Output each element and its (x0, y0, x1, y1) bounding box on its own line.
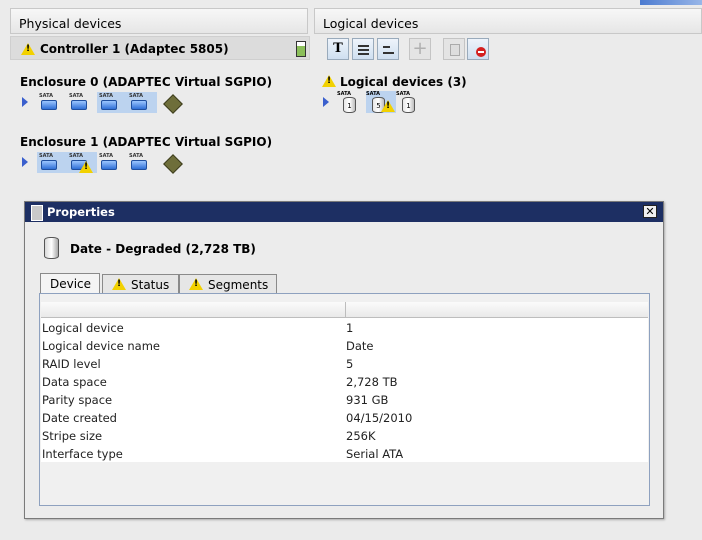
physical-devices-title: Physical devices (19, 16, 122, 31)
segments-warning-icon (189, 278, 203, 290)
enclosure-1-disk-1[interactable]: SATA (37, 153, 59, 171)
table-row-value: 5 (346, 357, 354, 371)
physical-devices-header: Physical devices (10, 8, 308, 34)
enclosure-0-disk-2[interactable]: SATA (67, 93, 89, 111)
enclosure-0-disk-3[interactable]: SATA (97, 93, 119, 111)
table-row-value: 256K (346, 429, 376, 443)
table-row-value: 04/15/2010 (346, 411, 413, 425)
text-view-button[interactable]: T (327, 38, 349, 60)
dialog-heading: Date - Degraded (2,728 TB) (70, 242, 256, 256)
enclosure-1-label: Enclosure 1 (ADAPTEC Virtual SGPIO) (20, 135, 273, 149)
dialog-title: Properties (47, 205, 115, 219)
logical-group-warning-icon (322, 75, 336, 87)
list-view-icon[interactable] (352, 38, 374, 60)
properties-dialog: Properties ✕ Date - Degraded (2,728 TB) … (24, 201, 664, 519)
table-row-label: Parity space (42, 393, 113, 407)
enclosure-0-disk-1[interactable]: SATA (37, 93, 59, 111)
enclosure-0-chip-icon[interactable] (163, 94, 183, 114)
table-row-label: Logical device name (42, 339, 160, 353)
tab-device[interactable]: Device (40, 273, 100, 294)
table-row-value: 1 (346, 321, 354, 335)
enclosure-1-disk-4[interactable]: SATA (127, 153, 149, 171)
enclosure-0-expand-icon[interactable] (22, 97, 28, 107)
logical-drive-icon (44, 237, 59, 259)
logical-expand-icon[interactable] (323, 97, 329, 107)
logical-device-3[interactable]: SATA 1 (396, 91, 418, 113)
add-icon[interactable]: + (409, 38, 431, 60)
battery-icon (296, 41, 306, 57)
table-row-label: Date created (42, 411, 117, 425)
tab-status[interactable]: Status (102, 274, 179, 294)
enclosure-0-label: Enclosure 0 (ADAPTEC Virtual SGPIO) (20, 75, 273, 89)
close-icon[interactable]: ✕ (643, 205, 657, 218)
table-row-value: Serial ATA (346, 447, 404, 461)
table-header (41, 302, 648, 318)
table-row-value: 931 GB (346, 393, 389, 407)
table-row-label: Interface type (42, 447, 123, 461)
table-row-label: Stripe size (42, 429, 103, 443)
copy-icon[interactable] (443, 38, 465, 60)
tree-view-icon[interactable] (377, 38, 399, 60)
enclosure-1-disk-2-warning-icon (79, 161, 93, 173)
properties-titlebar[interactable]: Properties ✕ (25, 202, 663, 222)
table-row-label: Data space (42, 375, 107, 389)
table-row-value: Date (346, 339, 374, 353)
logical-device-2-warning-icon (381, 100, 395, 112)
status-warning-icon (112, 278, 126, 290)
table-row-label: RAID level (42, 357, 101, 371)
logical-devices-title: Logical devices (323, 16, 419, 31)
enclosure-1-chip-icon[interactable] (163, 154, 183, 174)
logical-group-label: Logical devices (3) (340, 75, 467, 89)
properties-table: Logical device 1 Logical device name Dat… (39, 293, 650, 506)
enclosure-1-expand-icon[interactable] (22, 157, 28, 167)
enclosure-0-disk-4[interactable]: SATA (127, 93, 149, 111)
controller-warning-icon (21, 43, 35, 55)
table-row-label: Logical device (42, 321, 124, 335)
enclosure-1-disk-3[interactable]: SATA (97, 153, 119, 171)
logical-devices-header: Logical devices (314, 8, 702, 34)
logical-device-1[interactable]: SATA 1 (337, 91, 359, 113)
tab-segments[interactable]: Segments (179, 274, 277, 294)
top-right-toolbar-icons (640, 0, 702, 5)
controller-label: Controller 1 (Adaptec 5805) (40, 42, 229, 56)
delete-icon[interactable] (467, 38, 489, 60)
dialog-app-icon (31, 205, 43, 221)
table-row-value: 2,728 TB (346, 375, 398, 389)
controller-bar[interactable]: Controller 1 (Adaptec 5805) (10, 36, 310, 60)
